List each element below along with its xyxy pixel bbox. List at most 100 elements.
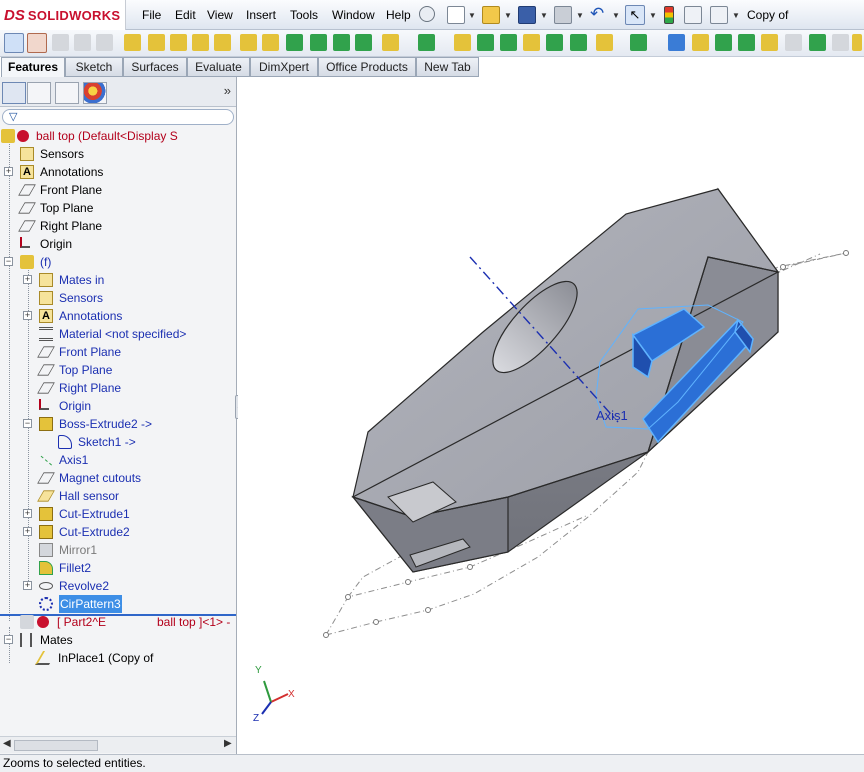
rebuild-traffic-light-icon[interactable] — [664, 6, 674, 24]
expand-plus-icon[interactable]: + — [4, 167, 13, 176]
lofted-boss-icon[interactable] — [192, 34, 209, 51]
tree-item-right-plane[interactable]: Right Plane — [0, 217, 236, 235]
tree-item-mates[interactable]: − Mates — [0, 631, 236, 649]
expand-plus-icon[interactable]: + — [23, 275, 32, 284]
tree-item-sensors[interactable]: Sensors — [0, 145, 236, 163]
expand-plus-icon[interactable]: + — [23, 527, 32, 536]
expand-plus-icon[interactable]: + — [23, 509, 32, 518]
tree-item-revolve2[interactable]: + Revolve2 — [0, 577, 236, 595]
menu-help[interactable]: Help — [386, 8, 411, 22]
dome-icon[interactable] — [523, 34, 540, 51]
shell-icon[interactable] — [355, 34, 372, 51]
undo-icon[interactable]: ↶ — [590, 5, 608, 24]
intersect-icon[interactable] — [477, 34, 494, 51]
appearance-manager-tab-icon[interactable] — [83, 82, 107, 104]
interference-detection-icon[interactable] — [785, 34, 802, 51]
chevron-down-icon[interactable]: ▼ — [576, 11, 584, 20]
menu-window[interactable]: Window — [332, 8, 375, 22]
tab-surfaces[interactable]: Surfaces — [123, 57, 187, 77]
rotate-component-icon[interactable] — [715, 34, 732, 51]
menu-view[interactable]: View — [207, 8, 233, 22]
tree-item-sub-front-plane[interactable]: Front Plane — [0, 343, 236, 361]
boundary-boss-icon[interactable] — [214, 34, 231, 51]
open-folder-icon[interactable] — [482, 6, 500, 24]
revolved-boss-icon[interactable] — [148, 34, 165, 51]
graphics-area[interactable]: Axis1 X Y Z — [238, 77, 864, 754]
menu-tools[interactable]: Tools — [290, 8, 318, 22]
scrollbar-thumb[interactable] — [14, 740, 98, 751]
menu-insert[interactable]: Insert — [246, 8, 276, 22]
chevron-down-icon[interactable]: ▼ — [504, 11, 512, 20]
wrap-icon[interactable] — [454, 34, 471, 51]
configuration-manager-tab-icon[interactable] — [55, 82, 79, 104]
insert-component-icon[interactable] — [52, 34, 69, 51]
menu-file[interactable]: File — [142, 8, 161, 22]
tree-item-magnet-cutouts[interactable]: Magnet cutouts — [0, 469, 236, 487]
fillet-icon[interactable] — [286, 34, 303, 51]
tree-item-inplace1[interactable]: InPlace1 (Copy of — [0, 649, 236, 667]
tree-item-origin[interactable]: Origin — [0, 235, 236, 253]
save-icon[interactable] — [518, 6, 536, 24]
feature-manager-tab-icon[interactable] — [2, 82, 26, 104]
tree-item-sub-right-plane[interactable]: Right Plane — [0, 379, 236, 397]
tree-item-axis1[interactable]: Axis1 — [0, 451, 236, 469]
tree-item-part2[interactable]: [ Part2^E ball top ]<1> - — [0, 613, 236, 631]
tree-item-annotations[interactable]: + A Annotations — [0, 163, 236, 181]
move-component-icon[interactable] — [692, 34, 709, 51]
tab-features[interactable]: Features — [1, 57, 65, 77]
tree-item-part1[interactable]: − (f) — [0, 253, 236, 271]
draft-icon[interactable] — [382, 34, 399, 51]
linear-pattern-icon[interactable] — [96, 34, 113, 51]
chevron-down-icon[interactable]: ▼ — [468, 11, 476, 20]
tree-item-sub-sensors[interactable]: Sensors — [0, 289, 236, 307]
tree-item-boss-extrude2[interactable]: − Boss-Extrude2 -> — [0, 415, 236, 433]
file-properties-icon[interactable] — [684, 6, 702, 24]
freeform-icon[interactable] — [570, 34, 587, 51]
assembly-icon[interactable] — [4, 33, 24, 53]
reference-geometry-icon[interactable] — [596, 34, 613, 51]
expand-panel-icon[interactable]: » — [224, 83, 231, 98]
tree-item-mates-in[interactable]: + Mates in — [0, 271, 236, 289]
mirror-icon[interactable] — [500, 34, 517, 51]
expand-plus-icon[interactable]: + — [23, 581, 32, 590]
rib-icon[interactable] — [333, 34, 350, 51]
tree-item-hall-sensor[interactable]: Hall sensor — [0, 487, 236, 505]
tree-item-sub-top-plane[interactable]: Top Plane — [0, 361, 236, 379]
menu-edit[interactable]: Edit — [175, 8, 196, 22]
scroll-right-icon[interactable]: ▶ — [224, 738, 232, 749]
solidworks-logo[interactable]: DS SOLIDWORKS — [0, 0, 126, 30]
new-document-icon[interactable] — [447, 6, 465, 24]
collapse-minus-icon[interactable]: − — [4, 257, 13, 266]
tree-item-sketch1[interactable]: Sketch1 -> — [0, 433, 236, 451]
extruded-boss-icon[interactable] — [124, 34, 141, 51]
tree-item-material[interactable]: Material <not specified> — [0, 325, 236, 343]
tree-item-cut-extrude1[interactable]: + Cut-Extrude1 — [0, 505, 236, 523]
tree-item-root[interactable]: ball top (Default<Display S — [0, 127, 236, 145]
swept-boss-icon[interactable] — [170, 34, 187, 51]
collapse-minus-icon[interactable]: − — [4, 635, 13, 644]
smart-fasteners-icon[interactable] — [738, 34, 755, 51]
pushpin-icon[interactable] — [419, 6, 435, 22]
hole-wizard-icon[interactable] — [262, 34, 279, 51]
instant3d-icon[interactable] — [668, 34, 685, 51]
tab-dimxpert[interactable]: DimXpert — [250, 57, 318, 77]
tab-evaluate[interactable]: Evaluate — [187, 57, 250, 77]
tree-item-mirror1[interactable]: Mirror1 — [0, 541, 236, 559]
select-cursor-icon[interactable]: ↖ — [625, 5, 645, 25]
tree-item-cirpattern3[interactable]: CirPattern3 — [0, 595, 236, 613]
curves-icon[interactable] — [630, 34, 647, 51]
extruded-cut-icon[interactable] — [240, 34, 257, 51]
options-icon[interactable] — [710, 6, 728, 24]
pattern-icon[interactable] — [418, 34, 435, 51]
tab-new-tab[interactable]: New Tab — [416, 57, 479, 77]
property-manager-tab-icon[interactable] — [27, 82, 51, 104]
mate-icon[interactable] — [74, 34, 91, 51]
tree-item-cut-extrude2[interactable]: + Cut-Extrude2 — [0, 523, 236, 541]
tab-office-products[interactable]: Office Products — [318, 57, 416, 77]
panel-horizontal-scrollbar[interactable]: ◀ ▶ — [0, 736, 236, 753]
chevron-down-icon[interactable]: ▼ — [649, 11, 657, 20]
chevron-down-icon[interactable]: ▼ — [732, 11, 740, 20]
chevron-down-icon[interactable]: ▼ — [612, 11, 620, 20]
chamfer-icon[interactable] — [310, 34, 327, 51]
tree-item-top-plane[interactable]: Top Plane — [0, 199, 236, 217]
